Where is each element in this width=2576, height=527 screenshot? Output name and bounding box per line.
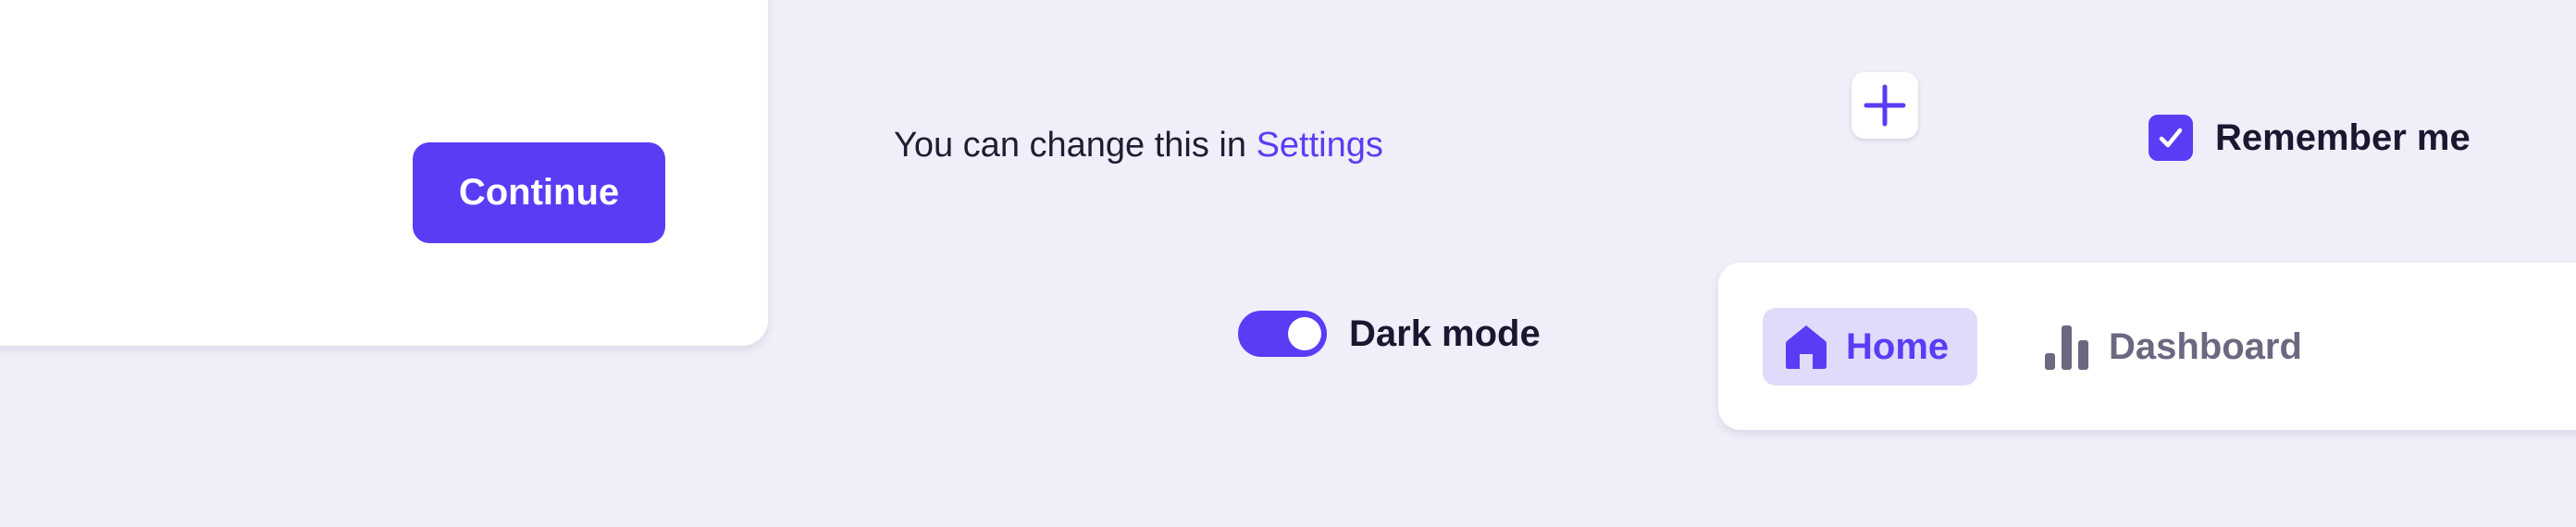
nav-item-label: Home xyxy=(1846,325,1950,367)
add-button[interactable] xyxy=(1852,72,1918,139)
nav-bar: Home Dashboard xyxy=(1718,263,2576,430)
bar-chart-icon xyxy=(2045,325,2088,370)
dark-mode-label: Dark mode xyxy=(1349,313,1541,354)
settings-hint: You can change this in Settings xyxy=(894,126,1383,165)
dark-mode-toggle[interactable] xyxy=(1238,311,1327,357)
nav-item-dashboard[interactable]: Dashboard xyxy=(2044,308,2302,386)
remember-me-label: Remember me xyxy=(2215,116,2471,158)
toggle-knob xyxy=(1288,317,1321,350)
continue-button[interactable]: Continue xyxy=(413,142,665,243)
nav-item-label: Dashboard xyxy=(2109,325,2302,367)
remember-me-checkbox[interactable] xyxy=(2149,115,2193,161)
dark-mode-toggle-row[interactable]: Dark mode xyxy=(1238,311,1541,357)
settings-link[interactable]: Settings xyxy=(1257,126,1383,165)
nav-item-home[interactable]: Home xyxy=(1763,308,1977,386)
dialog-card: Continue xyxy=(0,0,768,346)
home-icon xyxy=(1786,325,1827,369)
settings-hint-text: You can change this in xyxy=(894,126,1257,165)
remember-me-checkbox-row[interactable]: Remember me xyxy=(2149,115,2471,161)
plus-icon xyxy=(1864,84,1906,127)
check-icon xyxy=(2159,128,2183,148)
